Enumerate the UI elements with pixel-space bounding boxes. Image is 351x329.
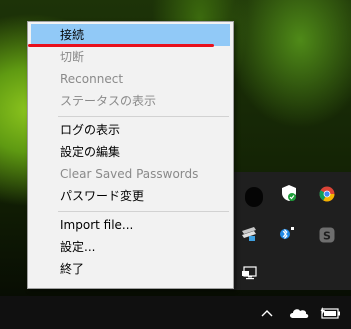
menu-item-show-status: ステータスの表示 [31, 90, 230, 112]
security-shield-icon[interactable] [280, 184, 298, 202]
menu-item-label: パスワード変更 [60, 189, 145, 203]
chrome-icon[interactable] [318, 185, 336, 203]
menu-item-label: Import file... [60, 218, 134, 232]
menu-item-change-password[interactable]: パスワード変更 [31, 185, 230, 207]
menu-item-show-log[interactable]: ログの表示 [31, 119, 230, 141]
battery-icon[interactable] [320, 304, 342, 322]
menu-item-label: ステータスの表示 [60, 94, 157, 108]
menu-item-label: 設定... [60, 240, 96, 254]
skype-icon[interactable]: S [318, 226, 336, 244]
menu-separator [58, 211, 229, 212]
menu-item-label: Reconnect [60, 72, 124, 86]
chevron-up-icon[interactable] [258, 304, 276, 322]
menu-item-edit-config[interactable]: 設定の編集 [31, 141, 230, 163]
menu-item-label: 終了 [60, 262, 85, 276]
menu-item-clear-saved-passwords: Clear Saved Passwords [31, 163, 230, 185]
remote-desktop-icon[interactable] [240, 264, 258, 282]
menu-item-exit[interactable]: 終了 [31, 258, 230, 280]
menu-item-connect[interactable]: 接続 [31, 24, 230, 46]
context-menu: 接続 切断 Reconnect ステータスの表示 ログの表示 設定の編集 Cle… [27, 21, 234, 289]
menu-item-import-file[interactable]: Import file... [31, 214, 230, 236]
onedrive-cloud-icon[interactable] [288, 304, 310, 322]
svg-text:S: S [323, 230, 331, 243]
notification-overflow-panel: S [230, 172, 351, 290]
menu-item-settings[interactable]: 設定... [31, 236, 230, 258]
red-annotation-underline [28, 44, 214, 47]
bluetooth-icon[interactable] [278, 225, 296, 243]
vpn-lock-icon[interactable] [242, 184, 266, 210]
menu-item-label: 接続 [60, 28, 85, 42]
menu-separator [58, 116, 229, 117]
network-app-icon[interactable] [240, 225, 258, 243]
menu-item-label: 切断 [60, 50, 85, 64]
menu-item-label: ログの表示 [60, 123, 121, 137]
menu-item-label: Clear Saved Passwords [60, 167, 199, 181]
menu-item-label: 設定の編集 [60, 145, 121, 159]
taskbar [0, 296, 351, 329]
menu-item-disconnect: 切断 [31, 46, 230, 68]
menu-item-reconnect: Reconnect [31, 68, 230, 90]
